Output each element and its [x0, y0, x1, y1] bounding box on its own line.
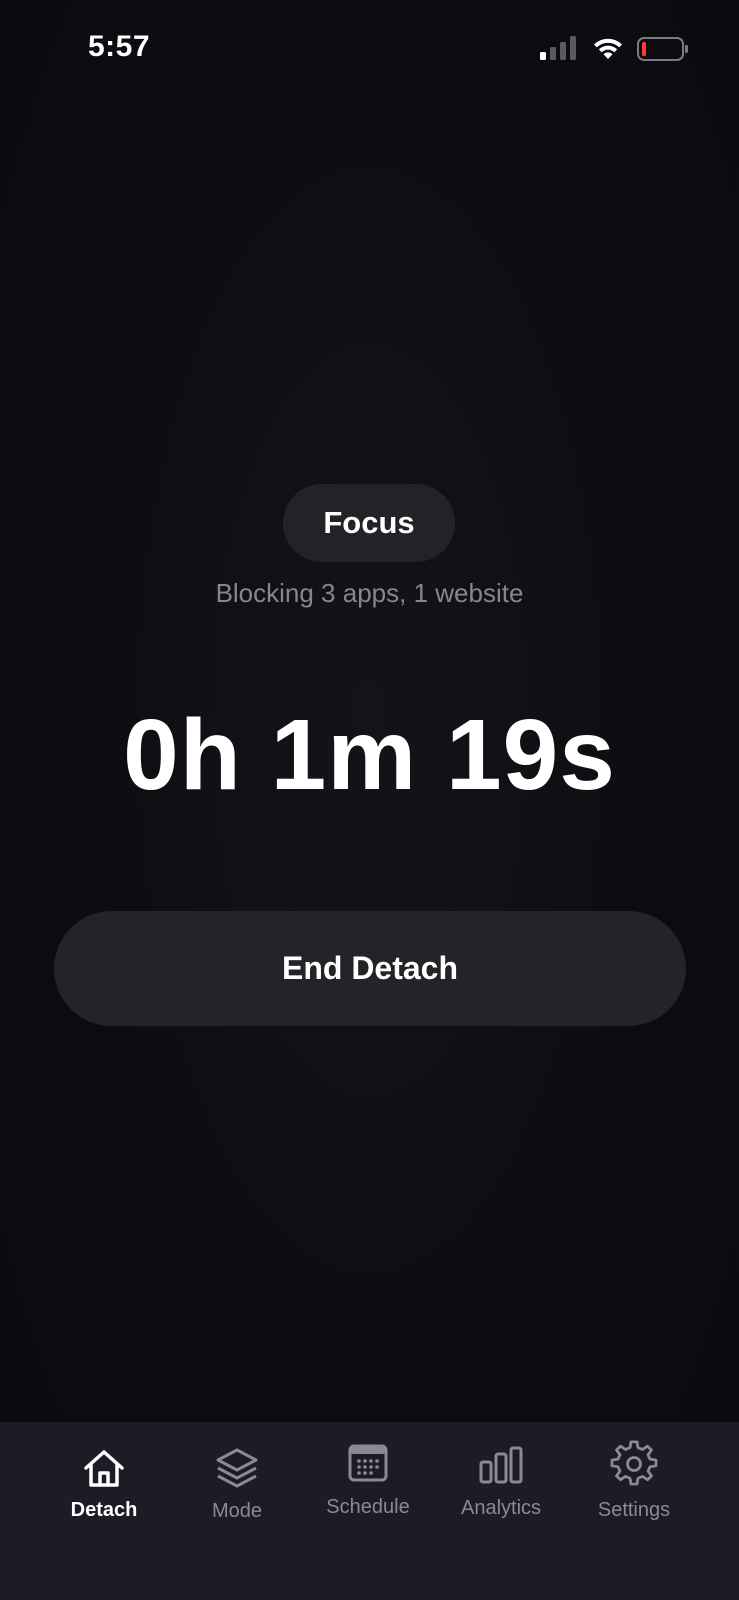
wifi-icon — [594, 38, 622, 59]
tab-settings[interactable]: Settings — [569, 1422, 699, 1532]
tab-bar: Detach Mode Schedule Analytics Settings — [0, 1422, 739, 1600]
session-timer: 0h 1m 19s — [123, 699, 616, 811]
mode-pill-button[interactable]: Focus — [283, 484, 455, 562]
tab-label: Analytics — [460, 1497, 542, 1519]
battery-level-indicator — [642, 42, 646, 56]
bar-chart-icon — [479, 1446, 523, 1484]
tab-mode[interactable]: Mode — [172, 1422, 302, 1532]
blocking-summary: Blocking 3 apps, 1 website — [215, 578, 524, 608]
tab-label: Settings — [597, 1499, 671, 1521]
tab-detach[interactable]: Detach — [39, 1422, 169, 1532]
battery-icon — [637, 37, 688, 61]
tab-schedule[interactable]: Schedule — [303, 1422, 433, 1532]
focus-session-screen: 5:57 Focus Blocking 3 apps, 1 website 0h… — [0, 0, 739, 1600]
status-bar: 5:57 — [0, 0, 739, 100]
calendar-icon — [348, 1444, 388, 1482]
tab-label: Mode — [211, 1500, 263, 1522]
cellular-signal-icon — [540, 36, 576, 60]
tab-label: Schedule — [326, 1496, 410, 1518]
gear-icon — [610, 1440, 658, 1486]
layers-icon — [216, 1448, 258, 1488]
tab-label: Detach — [70, 1499, 138, 1521]
status-time: 5:57 — [88, 30, 151, 63]
tab-analytics[interactable]: Analytics — [436, 1422, 566, 1532]
end-detach-button[interactable]: End Detach — [54, 911, 686, 1026]
home-icon — [84, 1450, 124, 1487]
